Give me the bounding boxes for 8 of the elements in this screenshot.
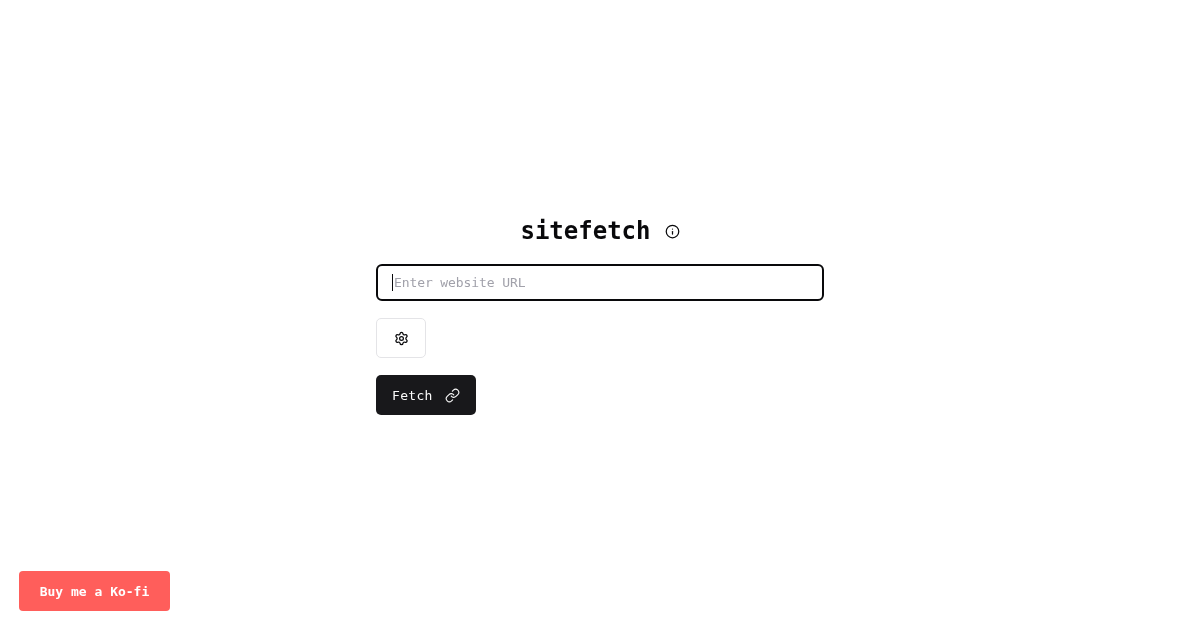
url-input-field[interactable]: Enter website URL <box>376 264 824 301</box>
text-cursor <box>392 274 393 291</box>
settings-icon <box>393 330 409 346</box>
link-icon <box>444 387 460 403</box>
app-title: sitefetch <box>520 216 651 247</box>
info-icon[interactable] <box>664 223 680 239</box>
settings-button[interactable] <box>376 318 426 358</box>
fetch-button[interactable]: Fetch <box>376 375 476 415</box>
